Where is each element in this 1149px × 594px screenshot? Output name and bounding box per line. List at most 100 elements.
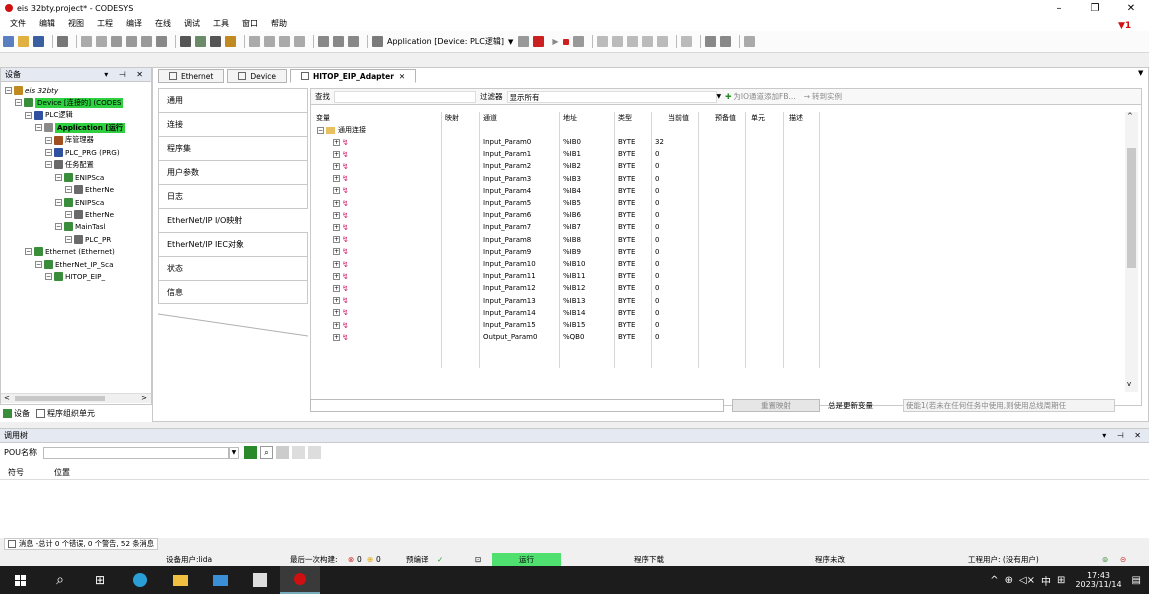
col-symbol[interactable]: 符号 [8, 467, 24, 478]
table-row[interactable]: + ↯ Input_Param15 %IB15 BYTE 0 [313, 319, 1125, 331]
tree-node[interactable]: − ENIPSca [55, 196, 104, 209]
plc-lock-icon[interactable]: ⊡ [475, 555, 481, 564]
build-icon[interactable] [318, 36, 329, 47]
side-tab-information[interactable]: 信息 [158, 280, 308, 304]
task-view-icon[interactable]: ⊞ [80, 566, 120, 594]
messages-tab[interactable]: 消息 -总计 0 个错误, 0 个警告, 52 条消息 [4, 538, 158, 550]
logout-icon[interactable] [533, 36, 545, 47]
col-location[interactable]: 位置 [54, 467, 70, 478]
step-out-icon[interactable] [641, 36, 653, 47]
breakpoint-icon[interactable] [596, 36, 608, 47]
tree-node[interactable]: − 任务配置 [45, 158, 94, 171]
tree-node[interactable]: − Ethernet (Ethernet) [25, 245, 115, 258]
find-replace-icon[interactable] [210, 36, 221, 47]
side-tab-ethernetip-iec-objects[interactable]: EtherNet/IP IEC对象 [158, 232, 308, 256]
tree-node[interactable]: − EtherNe [65, 208, 114, 221]
step-into-icon[interactable] [626, 36, 638, 47]
menu-tools[interactable]: 工具 [213, 18, 229, 29]
table-row[interactable]: + ↯ Input_Param6 %IB6 BYTE 0 [313, 209, 1125, 221]
row-expander-icon[interactable]: + [333, 260, 340, 268]
application-dropdown-chevron-icon[interactable]: ▼ [508, 38, 513, 46]
print-icon[interactable] [57, 36, 68, 47]
row-expander-icon[interactable]: + [333, 309, 340, 317]
tree-expander-icon[interactable]: − [5, 87, 12, 94]
drawing-app-icon[interactable] [240, 566, 280, 594]
row-expander-icon[interactable]: + [333, 162, 340, 170]
tree-expander-icon[interactable]: − [15, 99, 22, 107]
tree-node[interactable]: − 库管理器 [45, 134, 94, 147]
row-expander-icon[interactable]: + [333, 236, 340, 244]
row-expander-icon[interactable]: + [333, 297, 340, 305]
reset-mapping-button[interactable]: 重置映射 [732, 398, 820, 412]
stop-icon[interactable] [562, 38, 569, 45]
pou-tab[interactable]: 程序组织单元 [47, 408, 95, 419]
row-expander-icon[interactable]: + [333, 175, 340, 183]
open-project-icon[interactable] [18, 36, 29, 47]
menu-project[interactable]: 工程 [97, 18, 113, 29]
tree-expander-icon[interactable]: − [45, 161, 52, 169]
col-prepared-value[interactable]: 预备值 [715, 112, 736, 124]
side-tab-assemblies[interactable]: 程序集 [158, 136, 308, 160]
menu-build[interactable]: 编译 [126, 18, 142, 29]
delete-icon[interactable] [156, 36, 167, 47]
tree-node[interactable]: − EtherNet_IP_Sca [35, 258, 113, 271]
tab-device[interactable]: Device [227, 69, 287, 83]
row-expander-icon[interactable]: + [333, 321, 340, 329]
tree-node[interactable]: − MainTasl [55, 220, 106, 233]
tab-ethernet[interactable]: Ethernet [158, 69, 225, 83]
login-icon[interactable] [518, 36, 530, 47]
tree-expander-icon[interactable]: − [55, 173, 62, 181]
ime-mode-icon[interactable]: ⊞ [1057, 575, 1065, 586]
menu-help[interactable]: 帮助 [271, 18, 287, 29]
find-icon[interactable] [180, 36, 191, 47]
connection-status-icon[interactable]: ⊚ [1102, 555, 1108, 564]
tree-node[interactable]: − PLC_PR [65, 233, 111, 246]
row-expander-icon[interactable]: + [333, 223, 340, 231]
minimize-button[interactable]: – [1041, 3, 1077, 14]
table-row[interactable]: + ↯ Output_Param0 %QB0 BYTE 0 [313, 331, 1125, 343]
mail-app-icon[interactable] [200, 566, 240, 594]
side-tab-user-parameters[interactable]: 用户参数 [158, 160, 308, 184]
tab-hitop-eip-adapter[interactable]: HITOP_EIP_Adapter ✕ [289, 69, 417, 83]
replace-icon[interactable] [195, 36, 206, 47]
menu-window[interactable]: 窗口 [242, 18, 258, 29]
call-tree-panel-controls[interactable]: ▾ ⊣ ✕ [1102, 431, 1145, 440]
notification-flag-icon[interactable]: ▼1 [1118, 21, 1131, 31]
row-expander-icon[interactable]: + [333, 211, 340, 219]
volume-icon[interactable]: ◁× [1019, 575, 1035, 586]
group-row[interactable]: − 通用连接 [313, 124, 1125, 136]
row-expander-icon[interactable]: + [333, 138, 340, 146]
tree-node[interactable]: − PLC逻辑 [25, 109, 73, 122]
new-project-icon[interactable] [3, 36, 14, 47]
active-application-label[interactable]: Application [Device: PLC逻辑] [387, 36, 504, 47]
close-button[interactable]: ✕ [1113, 3, 1149, 14]
table-row[interactable]: + ↯ Input_Param14 %IB14 BYTE 0 [313, 307, 1125, 319]
bookmark-icon[interactable] [225, 36, 236, 47]
table-row[interactable]: + ↯ Input_Param8 %IB8 BYTE 0 [313, 234, 1125, 246]
row-expander-icon[interactable]: + [333, 199, 340, 207]
add-fb-button[interactable]: 为IO通道添加FB... [733, 91, 795, 102]
tree-expander-icon[interactable]: − [65, 235, 72, 243]
clock[interactable]: 17:43 2023/11/14 [1075, 571, 1121, 589]
tree-expander-icon[interactable]: − [35, 124, 42, 132]
tree-expander-icon[interactable]: − [35, 260, 42, 268]
side-tab-log[interactable]: 日志 [158, 184, 308, 208]
write-values-icon[interactable] [704, 36, 716, 47]
notification-center-icon[interactable]: ▤ [1132, 575, 1141, 586]
alert-status-icon[interactable]: ⊝ [1120, 555, 1126, 564]
panel-controls[interactable]: ▾ ⊣ ✕ [104, 70, 147, 79]
windows-start-icon[interactable] [0, 566, 40, 594]
table-row[interactable]: + ↯ Input_Param9 %IB9 BYTE 0 [313, 246, 1125, 258]
menu-debug[interactable]: 调试 [184, 18, 200, 29]
forward-icon[interactable] [307, 446, 321, 459]
table-row[interactable]: + ↯ Input_Param2 %IB2 BYTE 0 [313, 160, 1125, 172]
devices-tab[interactable]: 设备 [14, 408, 30, 419]
side-tab-status[interactable]: 状态 [158, 256, 308, 280]
col-variable[interactable]: 变量 [316, 112, 330, 124]
goto-instance-button[interactable]: 转到实例 [812, 91, 842, 102]
devices-horizontal-scrollbar[interactable]: < > [1, 393, 151, 403]
col-channel[interactable]: 通道 [483, 112, 497, 124]
tree-node[interactable]: − PLC_PRG (PRG) [45, 146, 120, 159]
filter-dropdown-chevron-icon[interactable]: ▼ [717, 93, 722, 100]
save-icon[interactable] [33, 36, 44, 47]
